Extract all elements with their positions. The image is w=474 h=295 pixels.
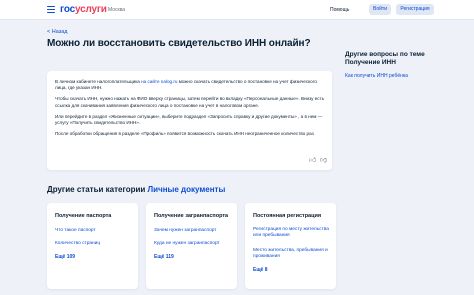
card-link[interactable]: Место жительства, пребывания и проживани… [253,248,333,260]
article-paragraph: Чтобы скачать ИНН, нужно нажать на ФИО в… [55,96,325,108]
card-link[interactable]: Куда не нужен загранпаспорт [154,241,234,247]
burger-menu-icon[interactable] [47,6,55,13]
card-title: Получение паспорта [55,213,112,219]
register-button[interactable]: Регистрация [396,4,434,15]
article-paragraph: В личном кабинете налогоплательщика на с… [55,79,317,91]
login-button[interactable]: Войти [369,4,391,15]
category-link[interactable]: Личные документы [148,185,226,194]
nalog-link[interactable]: на сайте nalog.ru [141,79,177,84]
card-more-link[interactable]: Ещё 109 [55,254,75,260]
sidebar-title: Другие вопросы по теме Получение ИНН [345,51,425,66]
card-link[interactable]: Регистрация по месту жительства или преб… [253,227,333,239]
back-link[interactable]: < Назад [47,29,68,35]
region-selector[interactable]: Москва [108,7,125,13]
category-card: Постоянная регистрация Регистрация по ме… [245,203,336,289]
card-more-link[interactable]: Ещё 119 [154,254,174,260]
article-paragraph: После обработки обращения в разделе «Про… [55,130,314,136]
card-link[interactable]: Количество страниц [55,241,135,247]
card-link[interactable]: Зачем нужен загранпаспорт [154,228,234,234]
card-title: Получение загранпаспорта [154,213,229,219]
thumbs-down-icon[interactable]: 👎︎ [320,155,327,164]
article-body: В личном кабинете налогоплательщика на с… [55,79,325,142]
article-paragraph: Или перейдите в раздел «Жизненные ситуац… [55,113,323,126]
article-card: В личном кабинете налогоплательщика на с… [47,71,332,170]
help-link[interactable]: Помощь [330,7,349,13]
section-title: Другие статьи категории Личные документы [47,185,226,194]
thumbs-up-icon[interactable]: 👍︎ [309,155,316,164]
page-title: Можно ли восстановить свидетельство ИНН … [47,38,311,49]
gosuslugi-logo[interactable]: госуслуги [60,4,107,15]
category-card: Получение загранпаспорта Зачем нужен заг… [146,203,237,289]
card-more-link[interactable]: Ещё 8 [253,267,268,273]
category-card: Получение паспорта Что такое паспорт Кол… [47,203,138,289]
site-header: госуслуги Москва Помощь Войти Регистраци… [0,0,474,20]
card-title: Постоянная регистрация [253,213,322,219]
card-link[interactable]: Что такое паспорт [55,228,135,234]
sidebar-link[interactable]: Как получить ИНН ребёнка [345,73,455,79]
